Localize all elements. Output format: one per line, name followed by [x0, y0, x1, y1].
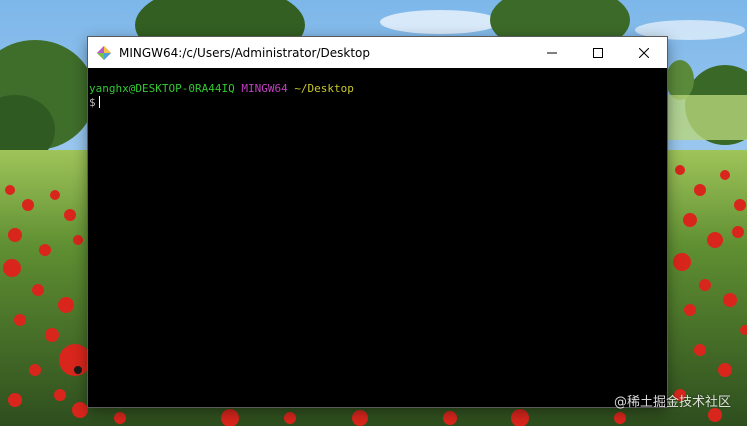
terminal-window[interactable]: MINGW64:/c/Users/Administrator/Desktop y…: [88, 37, 667, 407]
maximize-icon: [593, 47, 603, 58]
close-button[interactable]: [621, 37, 667, 68]
maximize-button[interactable]: [575, 37, 621, 68]
prompt-input-line[interactable]: $: [89, 96, 100, 110]
close-icon: [639, 47, 649, 58]
watermark: @稀土掘金技术社区: [613, 395, 731, 410]
window-title: MINGW64:/c/Users/Administrator/Desktop: [119, 45, 371, 60]
minimize-button[interactable]: [529, 37, 575, 68]
git-diamond-icon: [97, 45, 111, 60]
text-cursor: [98, 96, 100, 108]
current-directory: ~/Desktop: [294, 82, 354, 95]
scrollbar-track[interactable]: [657, 68, 667, 407]
user-host: yanghx@DESKTOP-0RA44IQ: [89, 82, 235, 95]
prompt-header-line: yanghx@DESKTOP-0RA44IQ MINGW64 ~/Desktop: [89, 82, 354, 96]
msystem-label: MINGW64: [241, 82, 288, 95]
title-bar[interactable]: MINGW64:/c/Users/Administrator/Desktop: [88, 37, 667, 68]
prompt-symbol: $: [89, 96, 96, 109]
minimize-icon: [547, 52, 557, 53]
window-controls: [529, 37, 667, 68]
terminal-output[interactable]: yanghx@DESKTOP-0RA44IQ MINGW64 ~/Desktop…: [88, 68, 667, 407]
